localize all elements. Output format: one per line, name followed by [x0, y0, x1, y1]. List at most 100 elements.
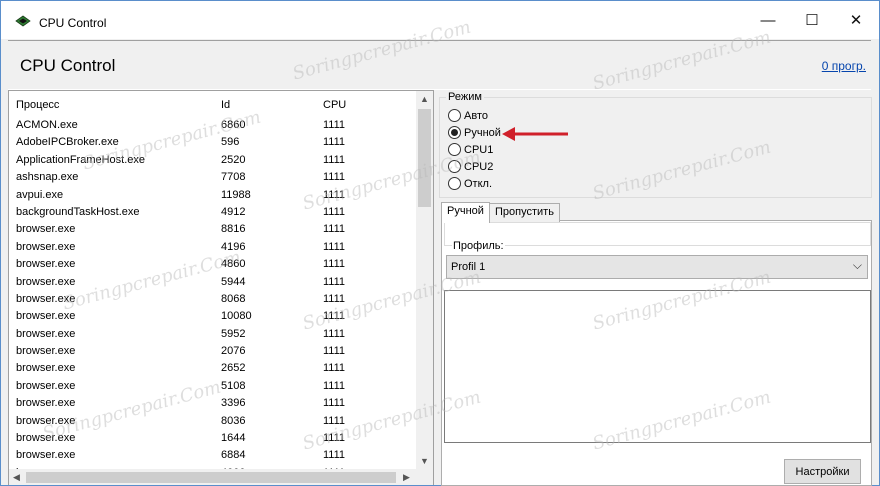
process-id-cell: 5108 — [221, 379, 246, 392]
process-cpu-cell: 1111 — [323, 188, 346, 201]
process-id-cell: 6860 — [221, 119, 246, 131]
process-name-cell: browser.exe — [16, 240, 76, 253]
process-name-cell: ACMON.exe — [16, 119, 78, 131]
table-row[interactable]: backgroundTaskHost.exe 4912 1111 — [9, 203, 416, 220]
process-name-cell: AdobeIPCBroker.exe — [16, 136, 119, 149]
process-id-cell: 6884 — [221, 449, 246, 462]
column-header-process[interactable]: Процесс — [16, 99, 59, 111]
process-cpu-cell: 1111 — [323, 362, 346, 375]
process-rows: ACMON.exe 6860 1111 AdobeIPCBroker.exe 596 11… — [9, 116, 416, 481]
process-cpu-cell: 1111 — [323, 205, 346, 218]
radio-auto-indicator[interactable] — [448, 109, 461, 122]
horizontal-scrollbar[interactable]: ◀ ▶ — [9, 469, 416, 485]
process-name-cell: browser.exe — [16, 432, 76, 445]
vertical-scroll-thumb[interactable] — [418, 109, 431, 207]
mode-group-label: Режим — [446, 91, 484, 103]
process-cpu-cell: 1111 — [323, 449, 346, 462]
process-name-cell: browser.exe — [16, 414, 76, 427]
process-cpu-cell: 1111 — [323, 414, 346, 427]
process-cpu-cell: 1111 — [323, 292, 346, 305]
table-row[interactable]: ashsnap.exe 7708 1111 — [9, 168, 416, 185]
radio-auto[interactable]: Авто — [448, 109, 488, 122]
process-id-cell: 7708 — [221, 171, 246, 184]
radio-off-indicator[interactable] — [448, 177, 461, 190]
column-header-id[interactable]: Id — [221, 99, 230, 111]
profile-label: Профиль: — [452, 240, 505, 252]
radio-cpu1-label: CPU1 — [464, 143, 494, 156]
table-row[interactable]: browser.exe 5108 1111 — [9, 377, 416, 394]
process-id-cell: 11988 — [221, 188, 251, 201]
table-row[interactable]: browser.exe 4860 1111 — [9, 255, 416, 272]
profile-details-box[interactable] — [444, 290, 871, 443]
close-button[interactable]: ✕ — [833, 1, 879, 39]
process-id-cell: 596 — [221, 136, 240, 149]
table-row[interactable]: ACMON.exe 6860 1111 — [9, 116, 416, 133]
maximize-button[interactable]: ☐ — [789, 1, 835, 39]
process-cpu-cell: 1111 — [323, 275, 346, 288]
process-id-cell: 8816 — [221, 223, 246, 236]
process-cpu-cell: 1111 — [323, 397, 346, 410]
table-row[interactable]: browser.exe 8036 1111 — [9, 412, 416, 429]
table-row[interactable]: browser.exe 1644 1111 — [9, 429, 416, 446]
scroll-corner — [416, 469, 433, 485]
scroll-left-icon[interactable]: ◀ — [13, 472, 20, 483]
process-name-cell: browser.exe — [16, 379, 76, 392]
programs-count-link[interactable]: 0 прогр. — [822, 59, 866, 73]
table-row[interactable]: ApplicationFrameHost.exe 2520 1111 — [9, 151, 416, 168]
chevron-down-icon[interactable]: ⌵ — [853, 258, 862, 273]
process-name-cell: backgroundTaskHost.exe — [16, 205, 140, 218]
table-row[interactable]: browser.exe 8068 1111 — [9, 290, 416, 307]
tab-manual[interactable]: Ручной — [441, 202, 490, 223]
radio-off[interactable]: Откл. — [448, 177, 492, 190]
process-cpu-cell: 1111 — [323, 119, 346, 131]
process-name-cell: ashsnap.exe — [16, 171, 79, 184]
vertical-scrollbar[interactable]: ▲ ▼ — [416, 91, 433, 469]
horizontal-scroll-thumb[interactable] — [26, 472, 396, 483]
title-bar[interactable]: CPU Control — ☐ ✕ — [1, 1, 879, 39]
column-header-cpu[interactable]: CPU — [323, 99, 346, 111]
table-row[interactable]: browser.exe 10080 1111 — [9, 307, 416, 324]
process-name-cell: browser.exe — [16, 449, 76, 462]
process-name-cell: browser.exe — [16, 275, 76, 288]
tab-skip[interactable]: Пропустить — [489, 203, 560, 222]
table-row[interactable]: AdobeIPCBroker.exe 596 1111 — [9, 133, 416, 150]
process-cpu-cell: 1111 — [323, 223, 346, 236]
table-row[interactable]: browser.exe 8816 1111 — [9, 220, 416, 237]
radio-manual[interactable]: Ручной — [448, 126, 501, 139]
profile-select[interactable]: Profil 1 ⌵ — [446, 255, 868, 279]
process-name-cell: browser.exe — [16, 258, 76, 271]
process-id-cell: 3396 — [221, 397, 246, 410]
table-row[interactable]: browser.exe 2652 1111 — [9, 359, 416, 376]
radio-cpu2[interactable]: CPU2 — [448, 160, 493, 173]
process-id-cell: 2076 — [221, 345, 246, 358]
table-row[interactable]: browser.exe 2076 1111 — [9, 342, 416, 359]
radio-cpu1[interactable]: CPU1 — [448, 143, 493, 156]
profile-group — [444, 222, 871, 246]
process-cpu-cell: 1111 — [323, 432, 346, 445]
scroll-right-icon[interactable]: ▶ — [403, 472, 410, 483]
process-cpu-cell: 1111 — [323, 240, 346, 253]
radio-manual-indicator[interactable] — [448, 126, 461, 139]
process-cpu-cell: 1111 — [323, 171, 346, 184]
radio-cpu1-indicator[interactable] — [448, 143, 461, 156]
process-cpu-cell: 1111 — [323, 345, 346, 358]
process-cpu-cell: 1111 — [323, 379, 346, 392]
table-row[interactable]: avpui.exe 11988 1111 — [9, 186, 416, 203]
process-name-cell: browser.exe — [16, 397, 76, 410]
table-row[interactable]: browser.exe 3396 1111 — [9, 394, 416, 411]
process-id-cell: 4912 — [221, 205, 246, 218]
minimize-button[interactable]: — — [745, 1, 791, 39]
scroll-down-icon[interactable]: ▼ — [420, 456, 429, 466]
process-id-cell: 1644 — [221, 432, 246, 445]
radio-auto-label: Авто — [464, 109, 488, 122]
process-id-cell: 4860 — [221, 258, 246, 271]
table-row[interactable]: browser.exe 4196 1111 — [9, 238, 416, 255]
list-header: Процесс Id CPU — [9, 91, 416, 117]
process-list[interactable]: Процесс Id CPU ACMON.exe 6860 1111 AdobeIPC… — [8, 90, 434, 485]
settings-button[interactable]: Настройки — [784, 459, 861, 484]
table-row[interactable]: browser.exe 5944 1111 — [9, 273, 416, 290]
radio-cpu2-indicator[interactable] — [448, 160, 461, 173]
scroll-up-icon[interactable]: ▲ — [420, 94, 429, 104]
table-row[interactable]: browser.exe 5952 1111 — [9, 325, 416, 342]
table-row[interactable]: browser.exe 6884 1111 — [9, 446, 416, 463]
